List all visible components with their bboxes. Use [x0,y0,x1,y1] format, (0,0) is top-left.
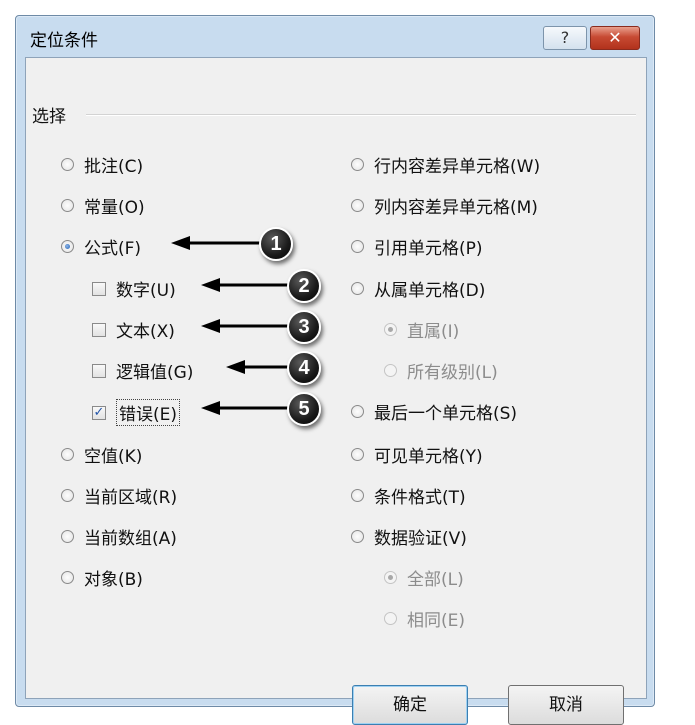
cancel-button[interactable]: 取消 [508,685,624,725]
help-button[interactable]: ? [543,26,587,50]
arrow-5-head [201,401,220,415]
callout-badge-5: 5 [287,392,321,426]
close-button[interactable]: ✕ [590,26,640,50]
callout-badge-1: 1 [259,227,293,261]
dialog-content: 选择 批注(C) 常量(O) 公式(F) 数字(U) 文本(X) 逻辑值(G) [25,57,647,725]
arrow-2-head [201,278,220,292]
ok-button[interactable]: 确定 [352,685,468,725]
arrow-1-head [171,236,190,250]
callout-badge-4: 4 [287,351,321,385]
callout-arrows [171,236,288,415]
dialog-window: 定位条件 ? ✕ 选择 批注(C) 常量(O) 公式(F) 数字(U) 文本(X… [15,15,655,725]
arrow-4-head [226,360,245,374]
title-bar[interactable]: 定位条件 ? ✕ [16,16,654,58]
dialog-title: 定位条件 [30,31,98,51]
callout-badge-3: 3 [287,310,321,344]
arrow-3-head [201,319,220,333]
callout-badge-2: 2 [287,269,321,303]
